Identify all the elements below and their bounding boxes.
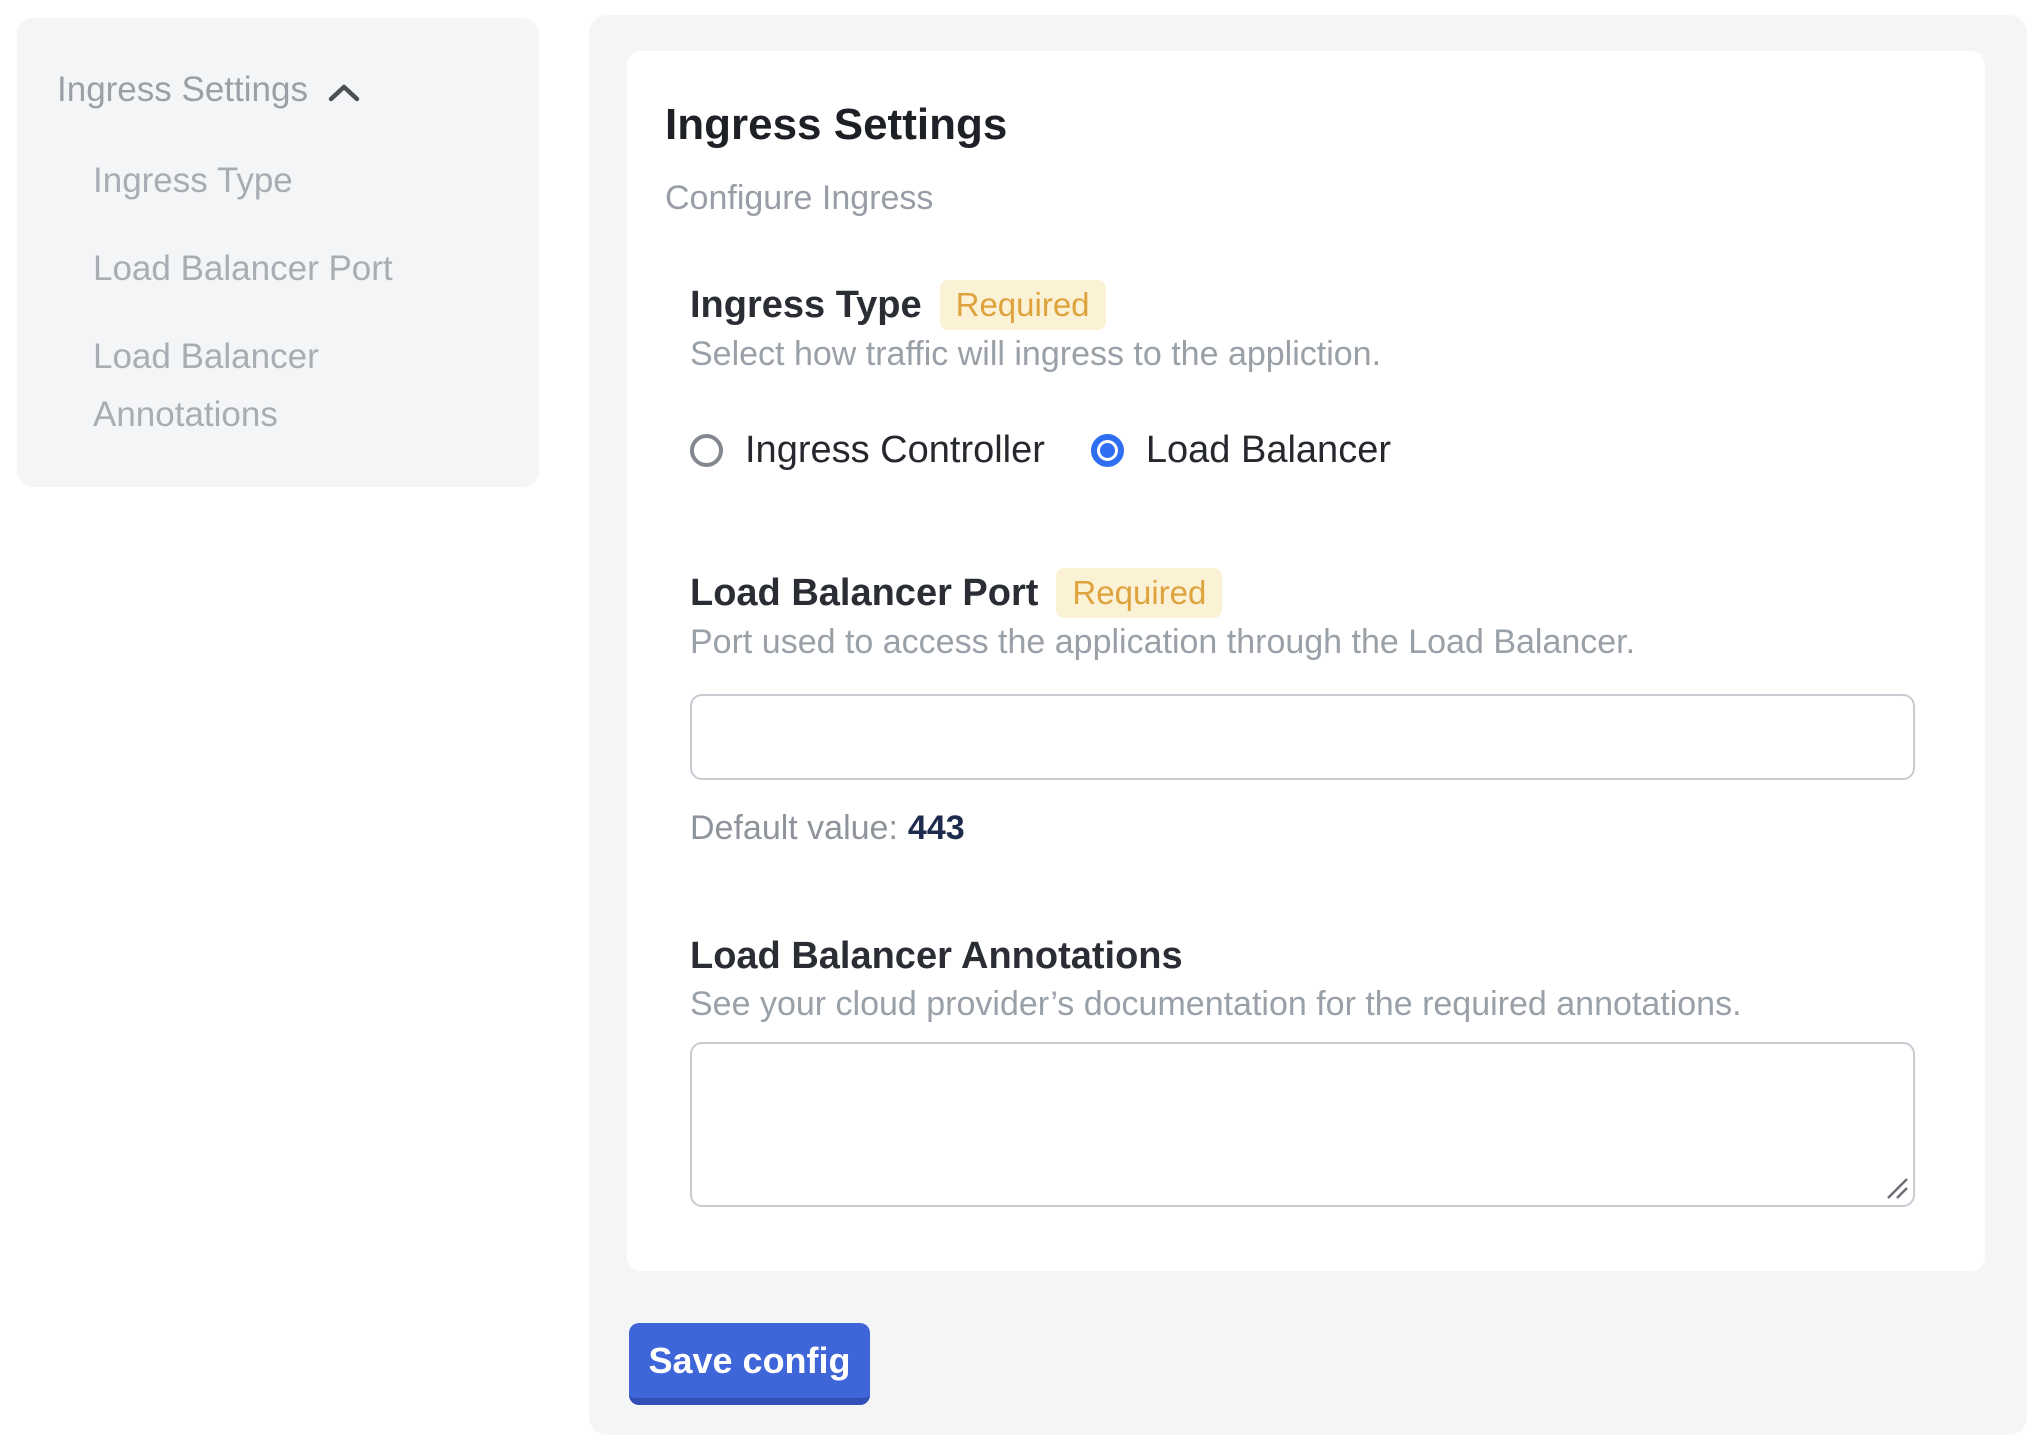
sidebar-item-load-balancer-annotations[interactable]: Load Balancer Annotations — [93, 328, 453, 444]
radio-icon — [690, 434, 723, 467]
ingress-settings-card: Ingress Settings Configure Ingress Ingre… — [627, 51, 1985, 1271]
radio-ingress-controller[interactable]: Ingress Controller — [690, 428, 1045, 472]
ingress-type-label: Ingress Type — [690, 281, 922, 329]
sidebar-item-ingress-type[interactable]: Ingress Type — [93, 152, 453, 210]
load-balancer-annotations-description: See your cloud provider’s documentation … — [690, 982, 1915, 1026]
chevron-up-icon — [328, 83, 360, 103]
sidebar-item-load-balancer-port[interactable]: Load Balancer Port — [93, 240, 453, 298]
load-balancer-port-input[interactable] — [690, 694, 1915, 780]
load-balancer-port-description: Port used to access the application thro… — [690, 620, 1915, 664]
ingress-type-section: Ingress Type Required Select how traffic… — [690, 280, 1915, 472]
required-badge: Required — [940, 280, 1106, 330]
page-title: Ingress Settings — [665, 97, 1915, 152]
radio-label: Load Balancer — [1146, 428, 1391, 472]
sidebar-section-ingress-settings[interactable]: Ingress Settings — [57, 68, 509, 112]
ingress-settings-panel: Ingress Settings Configure Ingress Ingre… — [589, 15, 2027, 1435]
radio-icon — [1091, 434, 1124, 467]
default-value-hint: Default value: 443 — [690, 806, 1915, 850]
load-balancer-annotations-section: Load Balancer Annotations See your cloud… — [690, 932, 1915, 1207]
load-balancer-annotations-textarea[interactable] — [690, 1042, 1915, 1207]
default-value-label: Default value: — [690, 809, 898, 847]
load-balancer-annotations-label: Load Balancer Annotations — [690, 932, 1183, 980]
annotations-textarea-wrap — [690, 1042, 1915, 1207]
default-value: 443 — [908, 809, 965, 847]
resize-handle-icon[interactable] — [1884, 1175, 1910, 1201]
sidebar-section-label: Ingress Settings — [57, 68, 308, 112]
required-badge: Required — [1056, 568, 1222, 618]
settings-nav-sidebar: Ingress Settings Ingress Type Load Balan… — [17, 18, 539, 487]
sidebar-item-list: Ingress Type Load Balancer Port Load Bal… — [57, 152, 509, 444]
radio-load-balancer[interactable]: Load Balancer — [1091, 428, 1391, 472]
load-balancer-port-section: Load Balancer Port Required Port used to… — [690, 568, 1915, 850]
save-config-button[interactable]: Save config — [629, 1323, 870, 1405]
radio-label: Ingress Controller — [745, 428, 1045, 472]
ingress-type-description: Select how traffic will ingress to the a… — [690, 332, 1915, 376]
ingress-type-radio-group: Ingress Controller Load Balancer — [690, 428, 1915, 472]
load-balancer-port-label: Load Balancer Port — [690, 569, 1038, 617]
page-subtitle: Configure Ingress — [665, 176, 1915, 220]
